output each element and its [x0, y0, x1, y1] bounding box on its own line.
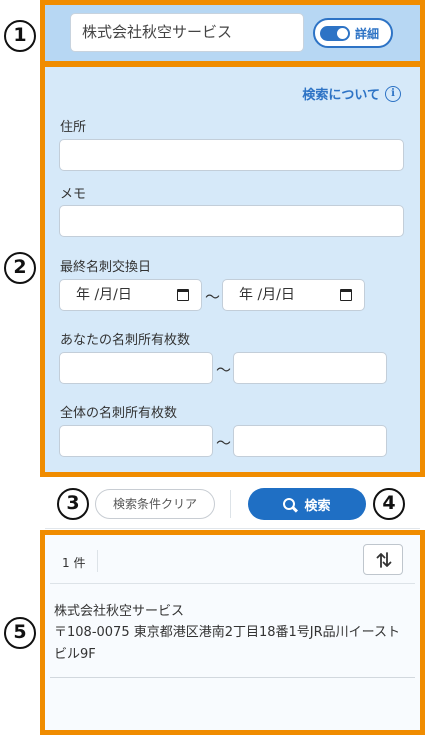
marker-4: 4: [373, 488, 405, 520]
search-icon: [283, 497, 296, 511]
marker-1: 1: [4, 20, 36, 52]
search-button-label: 検索: [304, 498, 331, 514]
search-button[interactable]: 検索: [248, 488, 366, 520]
marker-2: 2: [4, 252, 36, 284]
annotation-frame-1: [40, 0, 425, 67]
marker-5: 5: [4, 617, 36, 649]
annotation-frame-2: [40, 61, 425, 477]
marker-3: 3: [57, 488, 89, 520]
annotation-frame-5: [40, 530, 425, 735]
clear-conditions-button[interactable]: 検索条件クリア: [95, 489, 215, 519]
action-divider: [230, 490, 231, 518]
